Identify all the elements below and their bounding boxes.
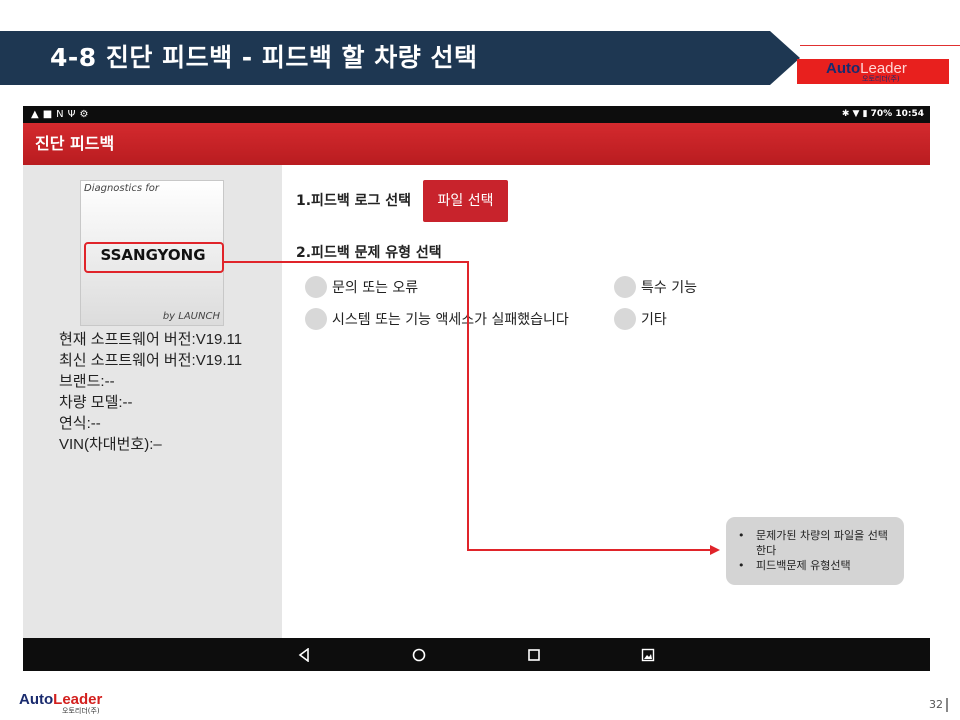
recents-icon[interactable] [527,648,541,662]
footer-logo: AutoLeader 오토리더(주) [19,691,103,715]
footer-logo-auto: Auto [19,691,54,708]
back-icon[interactable] [297,648,311,662]
callout-connector [224,261,720,555]
callout-item: 문제가된 차량의 파일을 선택한다 [738,528,888,558]
home-icon[interactable] [412,648,426,662]
footer-logo-leader: Leader [53,691,103,708]
nav-bar [23,638,930,671]
screenshot-icon[interactable] [641,648,655,662]
footer-logo-sub: 오토리더(주) [62,707,100,715]
callout-note: 문제가된 차량의 파일을 선택한다 피드백문제 유형선택 [726,517,904,585]
page-number: 32 [929,698,948,712]
callout-list: 문제가된 차량의 파일을 선택한다 피드백문제 유형선택 [738,528,888,573]
callout-item: 피드백문제 유형선택 [738,558,888,573]
